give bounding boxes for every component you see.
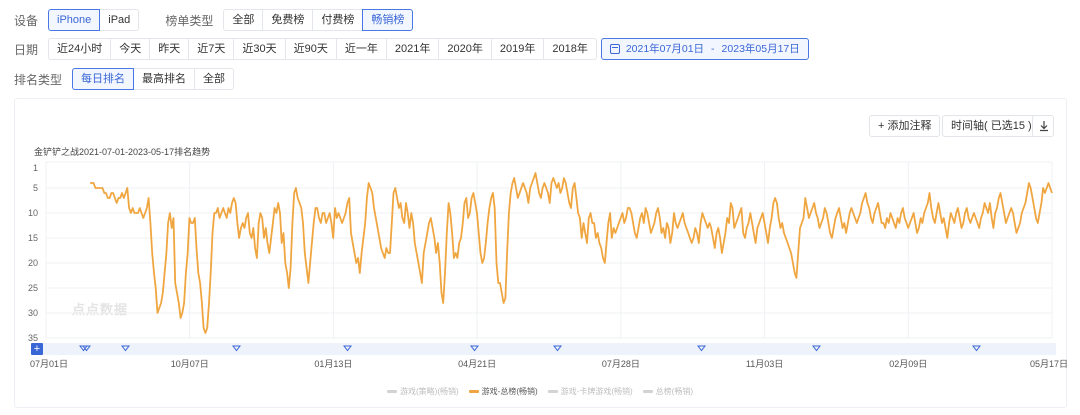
rank-trend-chart: 1510152025303507月01日 10月07日 01月13日 04月21日 07…	[28, 161, 1068, 369]
legend-label: 游戏(策略)(畅销)	[400, 387, 459, 396]
x-tick-label: 07月01日	[30, 359, 68, 369]
legend-item[interactable]: 游戏(策略)(畅销)	[387, 386, 459, 397]
list-type-grossing[interactable]: 畅销榜	[362, 9, 414, 31]
legend-swatch	[547, 390, 558, 393]
series-line-total-grossing	[90, 172, 1053, 334]
legend-item[interactable]: 游戏-总榜(畅销)	[468, 386, 538, 397]
legend-item[interactable]: 游戏-卡牌游戏(畅销)	[547, 386, 633, 397]
y-tick-label: 25	[28, 283, 38, 293]
rank-type-daily[interactable]: 每日排名	[72, 68, 135, 90]
marker-track	[42, 343, 1056, 355]
legend-swatch	[387, 390, 397, 393]
chart-legend: 游戏(策略)(畅销) 游戏-总榜(畅销) 游戏-卡牌游戏(畅销) 总榜(畅销)	[0, 386, 1080, 397]
legend-swatch	[642, 390, 653, 393]
add-marker-button[interactable]: +	[31, 343, 43, 355]
x-tick-label: 05月17日	[1030, 359, 1068, 369]
device-option-iphone[interactable]: iPhone	[48, 9, 101, 31]
x-tick-label: 04月21日	[458, 359, 496, 369]
legend-label: 总榜(畅销)	[655, 387, 693, 396]
y-tick-label: 15	[28, 233, 38, 243]
x-tick-label: 11月03日	[746, 359, 783, 369]
y-tick-label: 35	[28, 333, 38, 343]
y-tick-label: 5	[33, 183, 38, 193]
x-tick-label: 07月28日	[602, 359, 640, 369]
legend-item[interactable]: 总榜(畅销)	[642, 386, 693, 397]
legend-label: 游戏-总榜(畅销)	[481, 387, 538, 396]
x-tick-label: 02月09日	[889, 359, 927, 369]
legend-swatch	[468, 390, 479, 393]
x-tick-label: 10月07日	[171, 359, 209, 369]
y-tick-label: 1	[33, 163, 38, 173]
y-tick-label: 30	[28, 308, 38, 318]
y-tick-label: 10	[28, 208, 38, 218]
x-tick-label: 01月13日	[314, 359, 352, 369]
y-tick-label: 20	[28, 258, 38, 268]
legend-label: 游戏-卡牌游戏(畅销)	[560, 387, 633, 396]
